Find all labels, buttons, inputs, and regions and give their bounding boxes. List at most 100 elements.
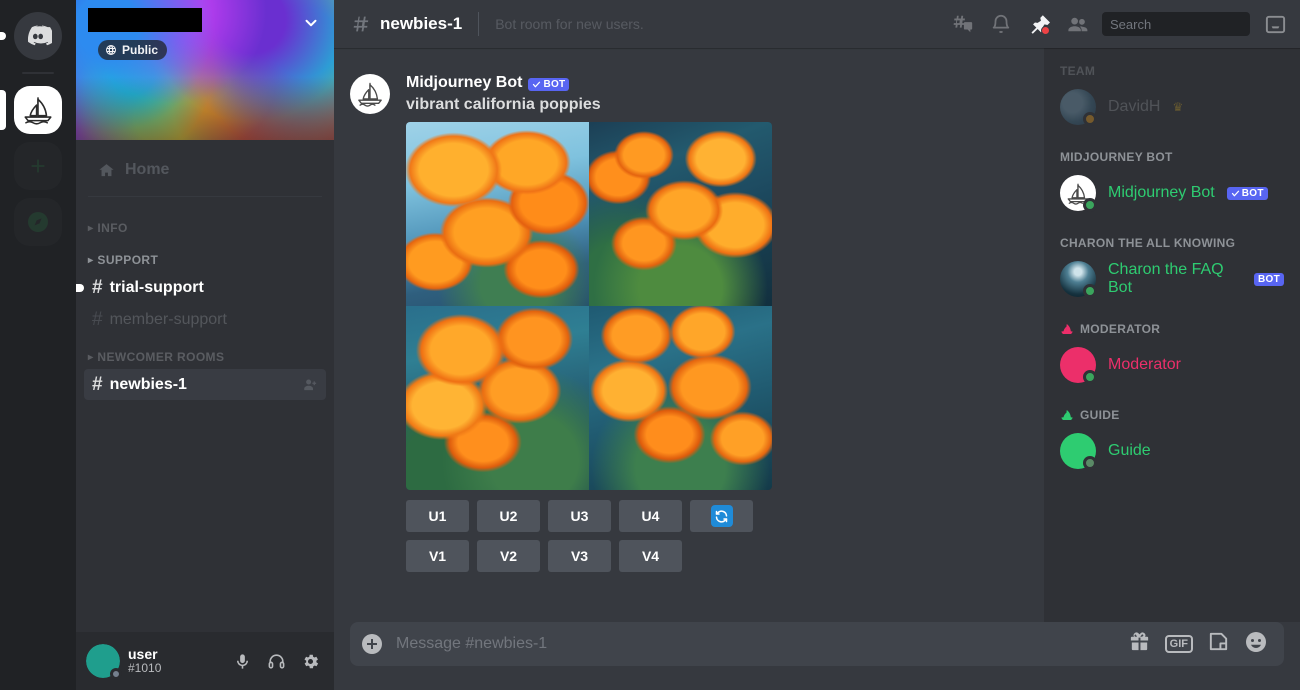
topbar-actions — [946, 8, 1292, 40]
generated-image-3[interactable] — [406, 306, 589, 490]
message-author[interactable]: Midjourney Bot — [406, 74, 522, 92]
member-group-team: TEAM — [1052, 64, 1292, 84]
status-badge — [1083, 370, 1097, 384]
chevron-right-icon: ▸ — [88, 254, 94, 266]
bot-verified-badge: BOT — [1226, 186, 1268, 200]
member-group-midjourney-bot: MIDJOURNEY BOT — [1052, 132, 1292, 170]
user-identity: user #1010 — [128, 646, 161, 676]
avatar — [1060, 433, 1097, 470]
generated-image-1[interactable] — [406, 122, 589, 306]
member-group-label: TEAM — [1060, 64, 1096, 78]
message-composer[interactable]: Message #newbies-1 GIF — [350, 622, 1284, 666]
member-name: Charon the FAQ Bot — [1108, 261, 1224, 296]
variation-button-v1[interactable]: V1 — [406, 540, 469, 572]
message-body: Midjourney Bot BOT vibrant california po… — [406, 74, 1028, 580]
hash-thread-icon: # — [92, 309, 103, 330]
channel-title: newbies-1 — [380, 14, 463, 33]
gear-icon[interactable] — [294, 645, 326, 677]
message-header: Midjourney Bot BOT — [406, 74, 1028, 92]
discord-logo-icon — [27, 25, 52, 46]
generated-image-2[interactable] — [589, 122, 772, 306]
channel-label: member-support — [109, 310, 227, 328]
server-rail-home-button[interactable] — [0, 12, 62, 60]
microphone-icon[interactable] — [226, 645, 258, 677]
midjourney-action-buttons: U1 U2 U3 U4 V1 V2 V3 V4 — [406, 500, 1028, 572]
public-badge-label: Public — [122, 43, 159, 57]
channel-list: ▸ INFO ▸ SUPPORT # trial-support # membe… — [76, 201, 334, 632]
channel-header: newbies-1 — [350, 13, 462, 35]
upscale-button-u4[interactable]: U4 — [619, 500, 682, 532]
composer-wrap: Message #newbies-1 GIF — [334, 622, 1300, 690]
member-group-guide: GUIDE — [1052, 390, 1292, 428]
member-list: TEAM DavidH ♛ MIDJOURNEY BOT Midjourney … — [1044, 48, 1300, 622]
home-indicator-pill — [0, 32, 6, 40]
sidebar-channel-trial-support[interactable]: # trial-support — [76, 272, 326, 303]
channel-topic: Bot room for new users. — [495, 16, 644, 32]
threads-icon[interactable] — [946, 8, 980, 40]
avatar[interactable] — [350, 74, 390, 114]
server-banner[interactable]: Public — [76, 0, 334, 140]
channel-category-newcomer-rooms[interactable]: ▸ NEWCOMER ROOMS — [76, 336, 334, 368]
crown-icon: ♛ — [1172, 100, 1184, 114]
sticker-icon[interactable] — [1207, 630, 1230, 658]
hash-lock-icon — [353, 16, 369, 32]
member-name: Midjourney Bot — [1108, 184, 1215, 201]
server-rail-explore-button[interactable] — [14, 198, 62, 246]
search-box[interactable] — [1102, 12, 1286, 36]
variation-button-row: V1 V2 V3 V4 — [406, 540, 1028, 572]
sidebar-item-home[interactable]: Home — [90, 154, 324, 186]
channel-category-support[interactable]: ▸ SUPPORT — [76, 239, 334, 271]
refresh-icon — [710, 505, 733, 527]
member-row-midjourney-bot[interactable]: Midjourney Bot BOT — [1052, 170, 1292, 216]
member-group-label: MIDJOURNEY BOT — [1060, 150, 1173, 164]
server-dropdown-chevron-down-icon[interactable] — [302, 14, 320, 37]
discord-app: Public Home ▸ INFO ▸ SUPPORT # trial-sup… — [0, 0, 1300, 690]
status-badge — [1083, 284, 1097, 298]
variation-button-v4[interactable]: V4 — [619, 540, 682, 572]
member-row-guide[interactable]: Guide — [1052, 428, 1292, 474]
gif-icon[interactable]: GIF — [1164, 634, 1193, 654]
sailboat-icon — [24, 97, 52, 125]
members-icon[interactable] — [1060, 8, 1094, 40]
generated-image-4[interactable] — [589, 306, 772, 490]
inbox-icon[interactable] — [1258, 8, 1292, 40]
house-icon — [99, 163, 114, 176]
member-row-charon-faq-bot[interactable]: Charon the FAQ Bot BOT — [1052, 256, 1292, 302]
member-row-moderator[interactable]: Moderator — [1052, 342, 1292, 388]
pin-icon[interactable] — [1022, 8, 1056, 40]
bot-badge-label: BOT — [543, 78, 566, 90]
member-row-davidh[interactable]: DavidH ♛ — [1052, 84, 1292, 130]
invite-member-icon[interactable] — [303, 377, 318, 392]
sidebar-channel-member-support[interactable]: # member-support — [84, 304, 326, 335]
midjourney-image-grid[interactable] — [406, 122, 772, 490]
server-rail-item-midjourney[interactable] — [0, 86, 62, 134]
plus-circle-icon[interactable] — [350, 622, 394, 666]
channel-category-info[interactable]: ▸ INFO — [76, 207, 334, 239]
headphones-icon[interactable] — [260, 645, 292, 677]
category-label: INFO — [97, 221, 128, 235]
upscale-button-u2[interactable]: U2 — [477, 500, 540, 532]
upscale-button-u1[interactable]: U1 — [406, 500, 469, 532]
content-row: Midjourney Bot BOT vibrant california po… — [334, 48, 1300, 622]
sidebar-home-label: Home — [125, 161, 170, 178]
status-badge — [110, 668, 122, 680]
message-input[interactable]: Message #newbies-1 — [394, 635, 1128, 653]
message-item: Midjourney Bot BOT vibrant california po… — [334, 48, 1044, 580]
upscale-button-u3[interactable]: U3 — [548, 500, 611, 532]
server-rail-add-server-button[interactable] — [14, 142, 62, 190]
variation-button-v2[interactable]: V2 — [477, 540, 540, 572]
user-discriminator: #1010 — [128, 661, 162, 676]
gift-icon[interactable] — [1128, 630, 1151, 658]
plus-icon — [31, 159, 45, 173]
sidebar-channel-newbies-1[interactable]: # newbies-1 — [84, 369, 326, 400]
rail-divider — [22, 72, 54, 74]
status-badge — [1083, 112, 1097, 126]
upscale-button-row: U1 U2 U3 U4 — [406, 500, 1028, 532]
member-group-label: GUIDE — [1080, 408, 1120, 422]
reroll-button[interactable] — [690, 500, 753, 532]
avatar[interactable] — [86, 644, 122, 680]
variation-button-v3[interactable]: V3 — [548, 540, 611, 572]
bell-icon[interactable] — [984, 8, 1018, 40]
emoji-icon[interactable] — [1244, 630, 1268, 659]
main-column: newbies-1 Bot room for new users. Search… — [334, 0, 1300, 690]
